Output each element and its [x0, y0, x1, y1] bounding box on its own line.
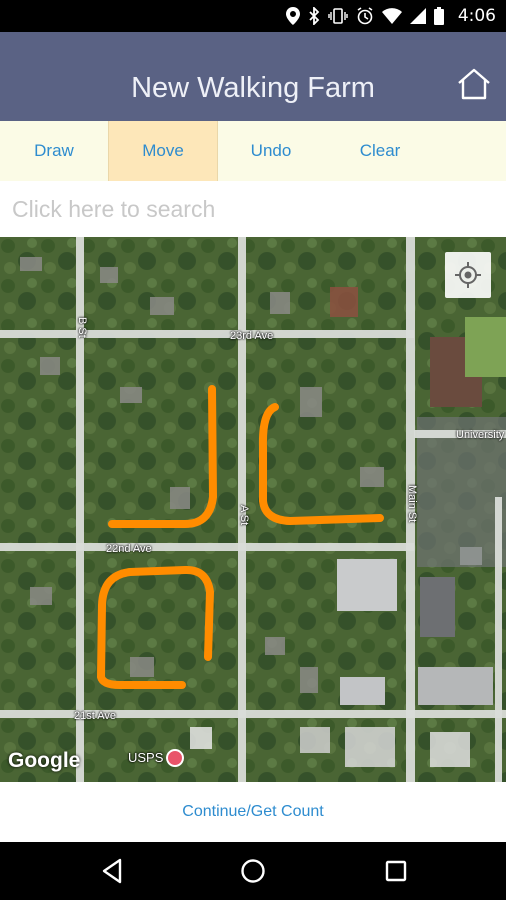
battery-icon [433, 7, 444, 25]
location-icon [285, 7, 300, 25]
bluetooth-icon [309, 7, 320, 25]
drawn-route [97, 385, 384, 689]
clear-button[interactable]: Clear [326, 121, 434, 181]
home-circle-icon[interactable] [238, 856, 268, 886]
crosshair-icon [455, 262, 481, 288]
alarm-icon [357, 7, 373, 25]
clock-time: 4:06 [457, 6, 496, 26]
wifi-icon [381, 8, 402, 24]
undo-button[interactable]: Undo [217, 121, 325, 181]
system-nav-bar [0, 842, 506, 900]
route-segment-3 [97, 565, 214, 689]
search-bar [0, 181, 506, 237]
vibrate-icon [328, 8, 348, 24]
move-button[interactable]: Move [108, 121, 218, 181]
continue-get-count-button[interactable]: Continue/Get Count [0, 782, 506, 842]
signal-icon [409, 8, 426, 24]
search-input[interactable] [0, 181, 492, 237]
back-icon[interactable] [98, 856, 128, 886]
route-segment-2 [258, 403, 384, 525]
drawing-toolbar: Draw Move Undo Clear [0, 121, 506, 181]
map-view[interactable]: 23rd Ave 22nd Ave 21st Ave B St A St Mai… [0, 237, 506, 782]
page-title: New Walking Farm [131, 72, 375, 104]
app-bar: New Walking Farm [0, 32, 506, 121]
home-icon[interactable] [456, 68, 492, 100]
status-bar: 4:06 [0, 0, 506, 32]
recents-icon[interactable] [381, 856, 411, 886]
google-attribution: Google [8, 749, 81, 772]
route-segment-1 [108, 385, 217, 528]
draw-button[interactable]: Draw [0, 121, 108, 181]
my-location-button[interactable] [445, 252, 491, 298]
